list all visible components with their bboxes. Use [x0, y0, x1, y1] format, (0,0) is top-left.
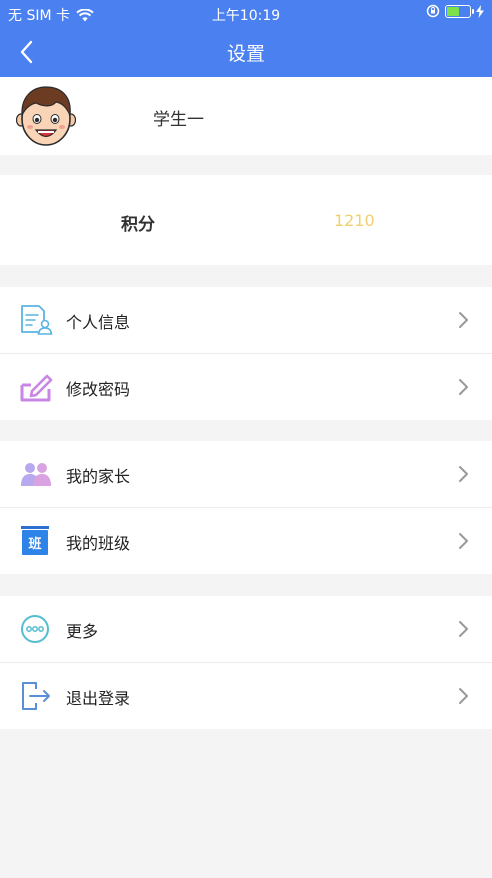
menu-label: 修改密码 — [66, 380, 131, 399]
class-icon-text: 班 — [28, 536, 41, 552]
menu-label: 我的家长 — [66, 467, 131, 486]
charging-icon — [476, 4, 484, 18]
edit-password-icon — [20, 374, 53, 402]
profile-section[interactable]: 学生一 — [0, 77, 492, 155]
status-bar: 无 SIM 卡 上午10:19 — [0, 0, 492, 26]
chevron-right-icon — [459, 533, 468, 549]
more-icon — [21, 615, 49, 643]
battery-icon — [445, 4, 474, 18]
chevron-right-icon — [459, 379, 468, 395]
menu-item-my-class[interactable]: 班 我的班级 — [0, 508, 492, 574]
menu-item-more[interactable]: 更多 — [0, 596, 492, 662]
status-right — [426, 4, 484, 18]
menu-item-personal-info[interactable]: 个人信息 — [0, 287, 492, 353]
menu-label: 个人信息 — [66, 313, 131, 332]
points-section: 积分 1210 — [0, 175, 492, 265]
nav-bar: 设置 — [0, 26, 492, 77]
parents-icon — [21, 463, 51, 486]
battery-level — [447, 6, 459, 16]
avatar — [16, 86, 76, 146]
menu-label: 我的班级 — [66, 534, 131, 553]
rotation-lock-icon — [426, 4, 440, 18]
menu-item-my-parents[interactable]: 我的家长 — [0, 441, 492, 507]
class-icon: 班 — [21, 526, 49, 555]
menu-label: 退出登录 — [66, 689, 131, 708]
chevron-right-icon — [459, 466, 468, 482]
chevron-right-icon — [459, 688, 468, 704]
chevron-right-icon — [459, 312, 468, 328]
points-label: 积分 — [121, 215, 155, 235]
status-time: 上午10:19 — [211, 8, 281, 24]
page-title: 设置 — [226, 43, 265, 65]
menu-item-logout[interactable]: 退出登录 — [0, 663, 492, 729]
menu-label: 更多 — [66, 622, 99, 641]
profile-name: 学生一 — [153, 110, 204, 130]
app-header: 无 SIM 卡 上午10:19 设置 — [0, 0, 492, 77]
personal-info-icon — [21, 305, 53, 335]
points-value: 1210 — [334, 211, 375, 230]
menu-item-change-password[interactable]: 修改密码 — [0, 354, 492, 420]
chevron-right-icon — [459, 621, 468, 637]
logout-icon — [22, 682, 50, 710]
